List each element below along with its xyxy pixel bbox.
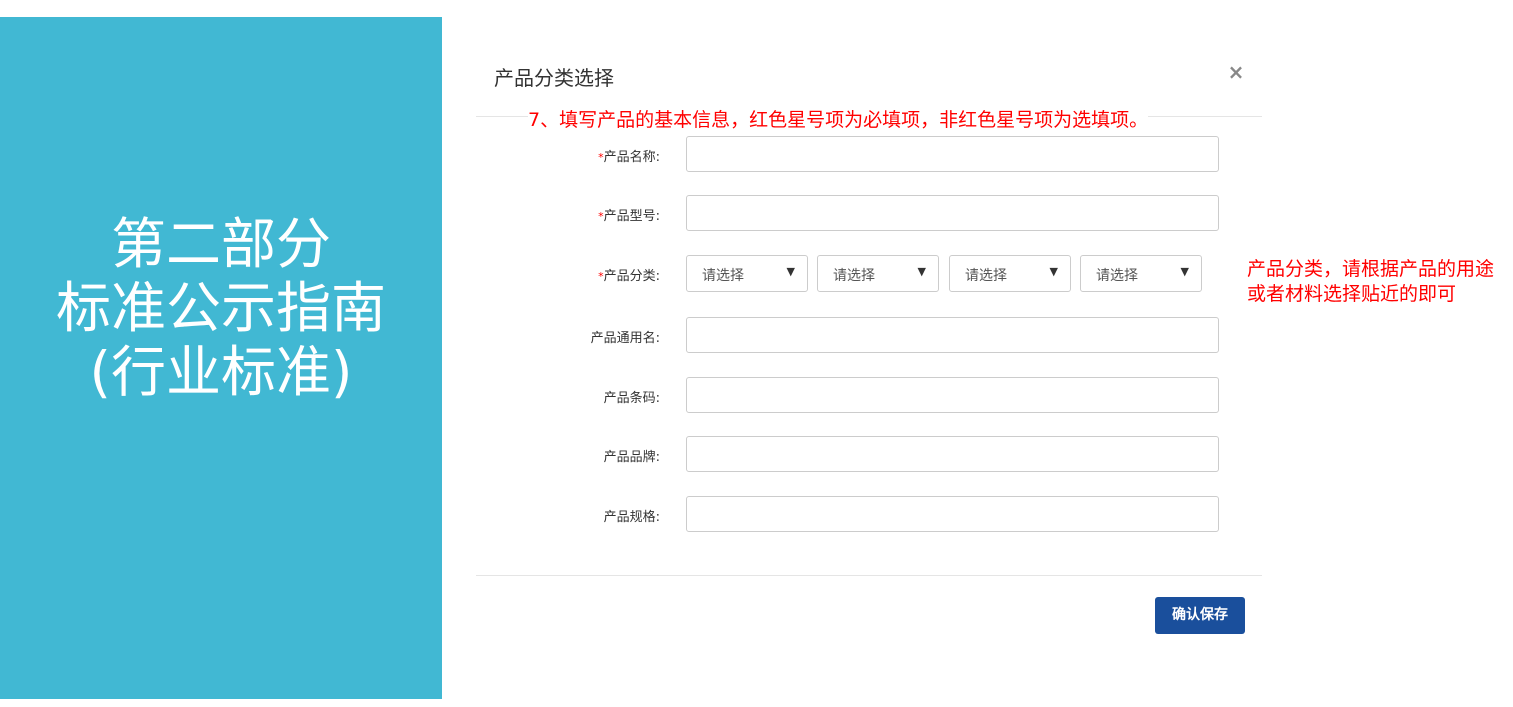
form-row-spec: 产品规格:: [476, 496, 1236, 534]
section-title-line: 标准公示指南: [55, 276, 386, 340]
form-row-barcode: 产品条码:: [476, 377, 1236, 415]
form-row-brand: 产品品牌:: [476, 436, 1236, 474]
barcode-label: 产品条码:: [603, 391, 660, 406]
category-select-value: 请选择: [833, 268, 875, 284]
section-title-line: 第二部分: [110, 212, 331, 276]
brand-label: 产品品牌:: [603, 450, 660, 465]
product-name-input[interactable]: [686, 136, 1219, 172]
section-banner: 第二部分 标准公示指南 (行业标准): [0, 17, 442, 699]
brand-input[interactable]: [686, 436, 1219, 472]
caret-down-icon: ▼: [786, 265, 795, 278]
footer-divider: [476, 575, 1262, 576]
spec-input[interactable]: [686, 496, 1219, 532]
instruction-annotation: 7、填写产品的基本信息，红色星号项为必填项，非红色星号项为选填项。: [528, 105, 1149, 132]
product-name-label: *产品名称:: [598, 150, 660, 165]
caret-down-icon: ▼: [1049, 265, 1058, 278]
category-select-1[interactable]: 请选择 ▼: [686, 255, 808, 292]
category-select-value: 请选择: [702, 268, 744, 284]
caret-down-icon: ▼: [1180, 265, 1189, 278]
close-icon[interactable]: ×: [1226, 60, 1246, 84]
category-select-value: 请选择: [1096, 268, 1138, 284]
category-select-value: 请选择: [965, 268, 1007, 284]
category-select-4[interactable]: 请选择 ▼: [1080, 255, 1202, 292]
generic-name-label: 产品通用名:: [590, 331, 660, 346]
barcode-input[interactable]: [686, 377, 1219, 413]
category-annotation: 产品分类，请根据产品的用途或者材料选择贴近的即可: [1247, 258, 1495, 305]
form-row-product-category: *产品分类: 请选择 ▼ 请选择 ▼ 请选择 ▼ 请选择 ▼: [476, 255, 1236, 293]
category-select-2[interactable]: 请选择 ▼: [817, 255, 939, 292]
save-button[interactable]: 确认保存: [1155, 597, 1245, 634]
modal-title: 产品分类选择: [494, 66, 614, 90]
section-title-line: (行业标准): [89, 340, 353, 404]
product-model-input[interactable]: [686, 195, 1219, 231]
product-category-label: *产品分类:: [598, 269, 660, 284]
spec-label: 产品规格:: [603, 510, 660, 525]
section-title: 第二部分 标准公示指南 (行业标准): [0, 212, 442, 404]
form-row-generic-name: 产品通用名:: [476, 317, 1236, 355]
category-select-3[interactable]: 请选择 ▼: [949, 255, 1071, 292]
product-model-label: *产品型号:: [598, 209, 660, 224]
form-row-product-name: *产品名称:: [476, 136, 1236, 174]
generic-name-input[interactable]: [686, 317, 1219, 353]
form-row-product-model: *产品型号:: [476, 195, 1236, 233]
caret-down-icon: ▼: [917, 265, 926, 278]
